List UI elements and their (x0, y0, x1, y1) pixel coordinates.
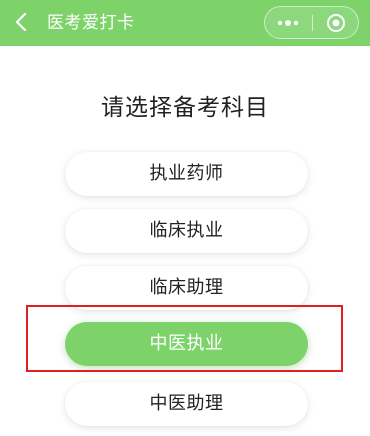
more-dots-icon (277, 20, 299, 26)
page-title: 医考爱打卡 (47, 13, 135, 33)
option-linchuang-zhuli[interactable]: 临床助理 (65, 266, 308, 310)
option-zhiye-yaoshi[interactable]: 执业药师 (65, 152, 308, 196)
back-button[interactable] (10, 6, 36, 38)
miniprogram-capsule (264, 6, 359, 39)
more-button[interactable] (265, 7, 312, 38)
target-close-icon (327, 14, 345, 32)
option-linchuang-zhiye[interactable]: 临床执业 (65, 209, 308, 253)
select-subject-heading: 请选择备考科目 (101, 95, 269, 121)
close-button[interactable] (313, 7, 359, 38)
chevron-left-icon (15, 13, 27, 31)
navigation-bar: 医考爱打卡 (0, 0, 370, 46)
option-zhongyi-zhuli[interactable]: 中医助理 (65, 382, 308, 426)
selection-highlight-box (26, 305, 343, 372)
